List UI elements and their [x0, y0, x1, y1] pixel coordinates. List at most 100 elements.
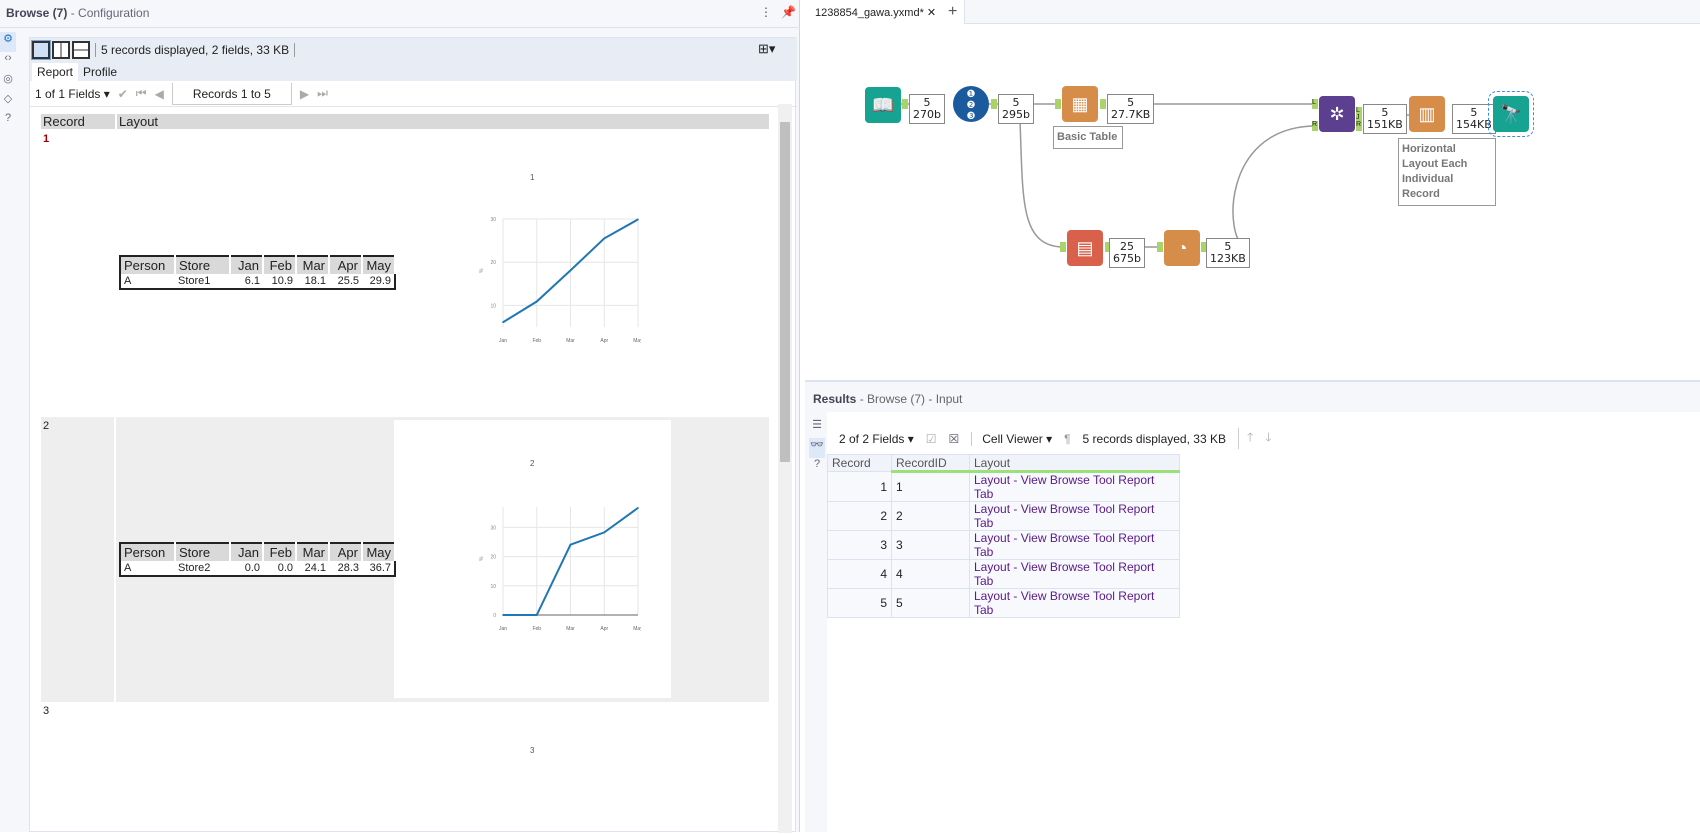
table-header: Apr — [329, 543, 363, 561]
help-icon[interactable]: ? — [809, 458, 825, 478]
tag-icon[interactable]: ◇ — [0, 92, 16, 112]
first-record-icon[interactable]: ⏮ — [136, 86, 147, 101]
chart-tool-icon[interactable]: ◔ — [1164, 230, 1200, 266]
record-number: 1 — [43, 133, 50, 145]
cell-viewer-select[interactable]: Cell Viewer ▾ — [971, 431, 1052, 446]
data-table: Person Store Jan Feb Mar Apr May A Store2 0.0 0.0 2… — [119, 542, 396, 577]
record-count: 5 151KB — [1363, 104, 1407, 134]
record-row: 3 3 — [41, 702, 769, 802]
layout-link[interactable]: Layout - View Browse Tool Report Tab — [969, 471, 1180, 502]
line-chart: Jan Feb Mar Apr May 0 10 20 30% — [479, 507, 641, 632]
table-row[interactable]: 3 3 Layout - View Browse Tool Report Tab — [827, 530, 1180, 560]
table-cell: 5 — [827, 588, 892, 618]
column-header[interactable]: Record — [827, 454, 892, 472]
horizontal-layout-icon[interactable] — [52, 41, 70, 59]
table-cell: 18.1 — [304, 275, 326, 287]
check-icon[interactable]: ✔ — [118, 87, 128, 101]
tab-profile[interactable]: Profile — [78, 63, 122, 81]
data-point — [637, 507, 639, 509]
line-chart: Jan Feb Mar Apr May 10 20 30% — [479, 217, 641, 344]
y-tick-label: 30 — [490, 525, 496, 531]
y-tick-label: 10 — [490, 303, 496, 309]
table-header: Person — [120, 256, 176, 274]
table-cell: 25.5 — [337, 275, 359, 287]
check-all-icon[interactable]: ☑ — [926, 432, 937, 446]
add-view-icon[interactable]: ⊞▾ — [758, 41, 775, 57]
input-data-tool-icon[interactable]: 📖 — [865, 87, 901, 123]
layout-link[interactable]: Layout - View Browse Tool Report Tab — [969, 501, 1180, 531]
single-layout-icon[interactable] — [31, 40, 51, 60]
x-tick-label: May — [633, 338, 641, 344]
output-icon[interactable]: ◎ — [0, 72, 16, 92]
column-header[interactable]: RecordID — [891, 454, 970, 473]
table-cell: 3 — [827, 530, 892, 560]
table-header: Store — [175, 543, 231, 561]
results-status: 5 records displayed, 33 KB — [1082, 431, 1226, 446]
record-id-tool-icon[interactable]: ❶❷❸ — [953, 86, 989, 122]
binoculars-icon[interactable]: 👓 — [809, 438, 825, 458]
table-cell: 10.9 — [271, 275, 293, 287]
data-point — [535, 300, 538, 303]
y-tick-label: 20 — [490, 555, 496, 561]
chart-title: 2 — [530, 459, 535, 468]
column-header[interactable]: Layout — [969, 454, 1180, 473]
y-axis-label: % — [479, 556, 485, 561]
join-tool-icon[interactable]: ✲ — [1319, 96, 1355, 132]
table-row[interactable]: 5 5 Layout - View Browse Tool Report Tab — [827, 588, 1180, 618]
table-header: May — [362, 256, 396, 274]
table-row[interactable]: 1 1 Layout - View Browse Tool Report Tab — [827, 471, 1180, 502]
results-subtitle: - Browse (7) - Input — [856, 392, 963, 406]
sort-up-icon[interactable]: 🡑 — [1237, 428, 1253, 449]
table-cell: Store1 — [178, 275, 211, 287]
pilcrow-icon[interactable]: ¶ — [1064, 432, 1070, 446]
uncheck-all-icon[interactable]: ☒ — [949, 432, 960, 446]
table-cell: 24.1 — [304, 562, 326, 574]
x-tick-label: Jan — [499, 338, 507, 344]
table-row[interactable]: 4 4 Layout - View Browse Tool Report Tab — [827, 559, 1180, 589]
table-cell: 0.0 — [277, 562, 293, 574]
table-header: Jan — [230, 543, 264, 561]
table-cell: 2 — [827, 501, 892, 531]
table-cell: 28.3 — [337, 562, 359, 574]
header-layout: Layout — [115, 114, 158, 129]
scrollbar-thumb[interactable] — [780, 122, 790, 462]
vertical-layout-icon[interactable] — [72, 41, 90, 59]
x-tick-label: Jan — [499, 626, 507, 632]
table-header: Mar — [296, 543, 330, 561]
table-cell: 2 — [891, 501, 970, 531]
list-icon[interactable]: ☰ — [809, 418, 825, 438]
crosstab-tool-icon[interactable]: ▤ — [1067, 230, 1103, 266]
pin-icon[interactable]: 📌 — [781, 5, 796, 19]
last-record-icon[interactable]: ⏭ — [317, 86, 328, 101]
layout-link[interactable]: Layout - View Browse Tool Report Tab — [969, 530, 1180, 560]
table-header: May — [362, 543, 396, 561]
record-number: 2 — [43, 420, 50, 432]
prev-record-icon[interactable]: ◀ — [155, 87, 164, 101]
basic-table-tool-icon[interactable]: ▦ — [1062, 86, 1098, 122]
more-menu-icon[interactable]: ⋮ — [760, 5, 772, 19]
y-tick-label: 10 — [490, 584, 496, 590]
table-cell: 5 — [891, 588, 970, 618]
data-point — [502, 321, 504, 324]
table-header: Person — [120, 543, 176, 561]
table-header: Feb — [263, 543, 297, 561]
record-count: 5 295b — [998, 94, 1034, 124]
x-tick-label: May — [633, 626, 641, 632]
layout-link[interactable]: Layout - View Browse Tool Report Tab — [969, 588, 1180, 618]
gear-icon[interactable]: ⚙ — [0, 32, 16, 52]
results-title: Results — [813, 392, 857, 406]
table-row[interactable]: 2 2 Layout - View Browse Tool Report Tab — [827, 501, 1180, 531]
layout-link[interactable]: Layout - View Browse Tool Report Tab — [969, 559, 1180, 589]
next-record-icon[interactable]: ▶ — [300, 87, 309, 101]
layout-tool-icon[interactable]: ▥ — [1409, 96, 1445, 132]
sort-down-icon[interactable]: 🡓 — [1265, 428, 1271, 449]
tab-report[interactable]: Report — [32, 63, 79, 81]
code-icon[interactable]: ‹› — [0, 52, 16, 72]
browse-tool-icon[interactable]: 🔭 — [1488, 91, 1534, 137]
fields-select[interactable]: 2 of 2 Fields ▾ — [839, 432, 914, 446]
help-icon[interactable]: ? — [0, 112, 16, 132]
x-tick-label: Apr — [600, 626, 608, 632]
vertical-scrollbar[interactable] — [778, 104, 792, 833]
fields-select[interactable]: 1 of 1 Fields ▾ — [35, 87, 110, 101]
browse-view: 5 records displayed, 2 fields, 33 KB ⊞▾ … — [29, 37, 797, 833]
